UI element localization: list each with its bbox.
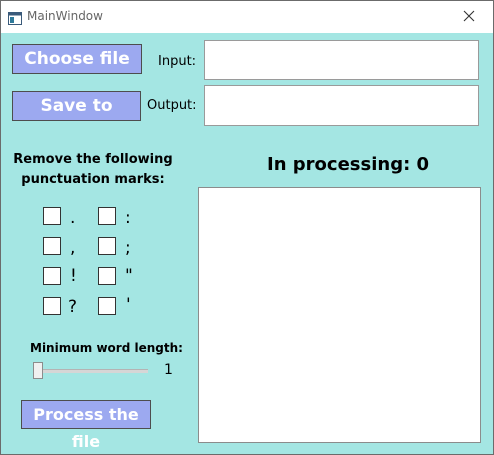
checkbox-semicolon[interactable]	[98, 237, 116, 255]
checkbox-comma-label: ,	[70, 238, 76, 258]
checkbox-question-label: ?	[68, 297, 78, 317]
checkbox-single-quote-label: '	[126, 295, 131, 315]
checkbox-period[interactable]	[43, 207, 61, 225]
min-word-length-slider[interactable]	[34, 369, 148, 373]
window-app-icon	[8, 10, 22, 25]
checkbox-semicolon-label: ;	[125, 238, 131, 258]
checkbox-period-label: .	[70, 208, 76, 228]
output-field[interactable]	[204, 85, 479, 126]
main-window: MainWindow Choose file Input: Save to Ou…	[0, 0, 494, 455]
processing-status: In processing: 0	[267, 154, 430, 175]
input-label: Input:	[158, 54, 197, 69]
checkbox-single-quote[interactable]	[98, 297, 116, 315]
results-text-area[interactable]	[198, 187, 481, 443]
save-to-button[interactable]: Save to	[12, 91, 141, 121]
output-label: Output:	[147, 98, 197, 113]
checkbox-comma[interactable]	[43, 237, 61, 255]
close-icon	[463, 10, 475, 22]
checkbox-colon[interactable]	[98, 207, 116, 225]
input-field[interactable]	[204, 40, 479, 80]
punctuation-heading-line2: punctuation marks:	[21, 172, 165, 187]
min-word-length-label: Minimum word length:	[30, 341, 183, 355]
process-file-button[interactable]: Process the file	[21, 400, 151, 451]
checkbox-colon-label: :	[125, 208, 131, 228]
checkbox-question[interactable]	[43, 297, 61, 315]
checkbox-double-quote-label: "	[125, 266, 133, 286]
min-word-length-value: 1	[164, 362, 173, 378]
choose-file-button[interactable]: Choose file	[12, 44, 142, 74]
checkbox-double-quote[interactable]	[98, 267, 116, 285]
punctuation-heading: Remove the following punctuation marks:	[13, 150, 173, 190]
title-bar: MainWindow	[1, 1, 493, 33]
close-button[interactable]	[447, 1, 493, 33]
checkbox-exclamation-label: !	[70, 266, 77, 286]
slider-handle[interactable]	[33, 362, 43, 379]
checkbox-exclamation[interactable]	[43, 267, 61, 285]
punctuation-heading-line1: Remove the following	[13, 152, 173, 167]
window-title: MainWindow	[27, 9, 103, 23]
